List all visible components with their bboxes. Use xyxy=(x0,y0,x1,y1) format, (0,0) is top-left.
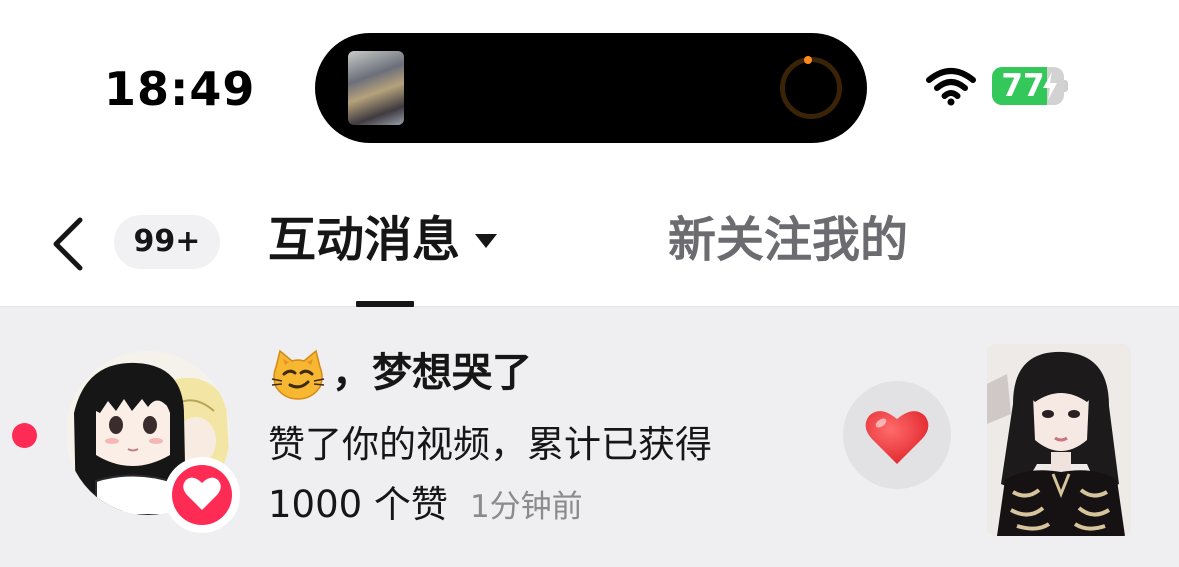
notification-body: 赞了你的视频，累计已获得 xyxy=(268,423,712,466)
notification-title-text: ，梦想哭了 xyxy=(332,350,532,396)
status-bar: 18:49 77 xyxy=(0,0,1179,160)
video-thumbnail[interactable] xyxy=(987,344,1131,536)
caret-down-icon[interactable] xyxy=(474,233,498,249)
like-total: 1000 个赞 xyxy=(268,483,448,526)
now-playing-artwork xyxy=(348,51,404,125)
heart-icon xyxy=(183,477,221,510)
battery-indicator: 77 xyxy=(992,67,1068,105)
notification-row[interactable]: ，梦想哭了 赞了你的视频，累计已获得 1000 个赞 1分钟前 xyxy=(0,307,1179,567)
like-badge-fill xyxy=(172,465,232,525)
back-button[interactable] xyxy=(44,212,94,276)
video-thumbnail-image xyxy=(987,344,1131,536)
chevron-left-icon xyxy=(53,217,83,271)
activity-progress-ring-icon xyxy=(780,56,842,119)
charging-bolt-icon xyxy=(1043,72,1057,100)
unread-count-badge[interactable]: 99+ xyxy=(114,215,220,269)
wifi-icon xyxy=(926,68,976,106)
dynamic-island[interactable] xyxy=(315,33,867,143)
notification-title: ，梦想哭了 xyxy=(270,345,532,401)
tab-new-followers[interactable]: 新关注我的 xyxy=(668,208,908,272)
tab-interactions[interactable]: 互动消息 xyxy=(268,208,460,272)
like-badge xyxy=(164,457,240,533)
unread-dot xyxy=(12,423,37,448)
heart-icon xyxy=(865,411,929,464)
battery-cap xyxy=(1064,80,1068,92)
nav-bar: 99+ 互动消息 新关注我的 xyxy=(0,160,1179,307)
smirking-cat-icon xyxy=(271,349,325,400)
notification-body-continued: 1000 个赞 1分钟前 xyxy=(268,479,583,533)
like-back-button[interactable] xyxy=(843,381,951,489)
timestamp: 1分钟前 xyxy=(469,489,583,525)
battery-body: 77 xyxy=(992,67,1064,105)
status-time: 18:49 xyxy=(104,62,256,116)
